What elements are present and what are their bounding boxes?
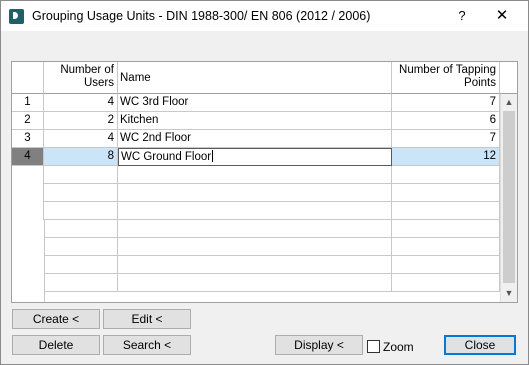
window-title: Grouping Usage Units - DIN 1988-300/ EN … — [32, 9, 371, 23]
empty-cell[interactable] — [392, 238, 500, 256]
name-cell[interactable]: WC 3rd Floor — [118, 94, 392, 112]
header-spacer — [500, 62, 517, 94]
empty-cell[interactable] — [118, 256, 392, 274]
zoom-label[interactable]: Zoom — [383, 340, 414, 354]
text-caret — [212, 150, 214, 162]
search-button[interactable]: Search < — [103, 335, 191, 355]
empty-cell[interactable] — [44, 184, 118, 202]
grid-corner — [12, 62, 44, 94]
tapping-points-cell[interactable]: 12 — [392, 148, 500, 166]
usage-units-grid: Number of Users Name Number of Tapping P… — [11, 61, 518, 303]
empty-row-header — [12, 166, 44, 184]
empty-cell[interactable] — [44, 166, 118, 184]
scroll-up-icon[interactable]: ▲ — [501, 94, 517, 110]
empty-cell[interactable] — [44, 220, 118, 238]
row-header[interactable]: 2 — [12, 112, 44, 130]
empty-cell[interactable] — [44, 274, 118, 292]
delete-button[interactable]: Delete — [12, 335, 100, 355]
users-cell[interactable]: 4 — [44, 130, 118, 148]
empty-row-header — [12, 202, 44, 220]
empty-cell[interactable] — [392, 256, 500, 274]
empty-cell[interactable] — [392, 166, 500, 184]
close-window-icon[interactable]: ✕ — [484, 5, 520, 27]
column-header-tapping-points[interactable]: Number of Tapping Points — [392, 62, 500, 94]
empty-cell[interactable] — [118, 220, 392, 238]
empty-cell[interactable] — [392, 184, 500, 202]
close-button[interactable]: Close — [444, 335, 516, 355]
row-header-empty-area — [12, 220, 45, 302]
empty-cell[interactable] — [44, 256, 118, 274]
empty-cell[interactable] — [118, 202, 392, 220]
users-cell[interactable]: 4 — [44, 94, 118, 112]
name-cell-editor[interactable]: WC Ground Floor — [118, 148, 392, 166]
empty-cell[interactable] — [118, 184, 392, 202]
display-button[interactable]: Display < — [275, 335, 363, 355]
users-cell[interactable]: 2 — [44, 112, 118, 130]
empty-cell[interactable] — [118, 238, 392, 256]
empty-cell[interactable] — [118, 166, 392, 184]
help-button[interactable]: ? — [448, 5, 476, 27]
tapping-points-cell[interactable]: 7 — [392, 94, 500, 112]
name-cell-editor-text: WC Ground Floor — [121, 151, 212, 163]
scrollbar-thumb[interactable] — [503, 111, 515, 283]
app-icon — [9, 9, 24, 24]
empty-cell[interactable] — [392, 202, 500, 220]
zoom-checkbox[interactable] — [367, 340, 380, 353]
scroll-down-icon[interactable]: ▼ — [501, 285, 517, 301]
row-header[interactable]: 3 — [12, 130, 44, 148]
empty-cell[interactable] — [44, 238, 118, 256]
users-cell[interactable]: 8 — [44, 148, 118, 166]
empty-cell[interactable] — [392, 220, 500, 238]
empty-cell[interactable] — [118, 274, 392, 292]
dialog-window: Grouping Usage Units - DIN 1988-300/ EN … — [0, 0, 529, 365]
empty-row-header — [12, 184, 44, 202]
row-header[interactable]: 1 — [12, 94, 44, 112]
name-cell[interactable]: Kitchen — [118, 112, 392, 130]
tapping-points-cell[interactable]: 7 — [392, 130, 500, 148]
empty-cell[interactable] — [392, 274, 500, 292]
name-cell[interactable]: WC 2nd Floor — [118, 130, 392, 148]
empty-cell[interactable] — [44, 202, 118, 220]
title-bar: Grouping Usage Units - DIN 1988-300/ EN … — [1, 1, 528, 31]
tapping-points-cell[interactable]: 6 — [392, 112, 500, 130]
create-button[interactable]: Create < — [12, 309, 100, 329]
row-header-selected[interactable]: 4 — [12, 148, 44, 166]
column-header-users[interactable]: Number of Users — [44, 62, 118, 94]
grid-vertical-scrollbar[interactable]: ▲ ▼ — [500, 94, 517, 302]
column-header-name[interactable]: Name — [118, 62, 392, 94]
edit-button[interactable]: Edit < — [103, 309, 191, 329]
